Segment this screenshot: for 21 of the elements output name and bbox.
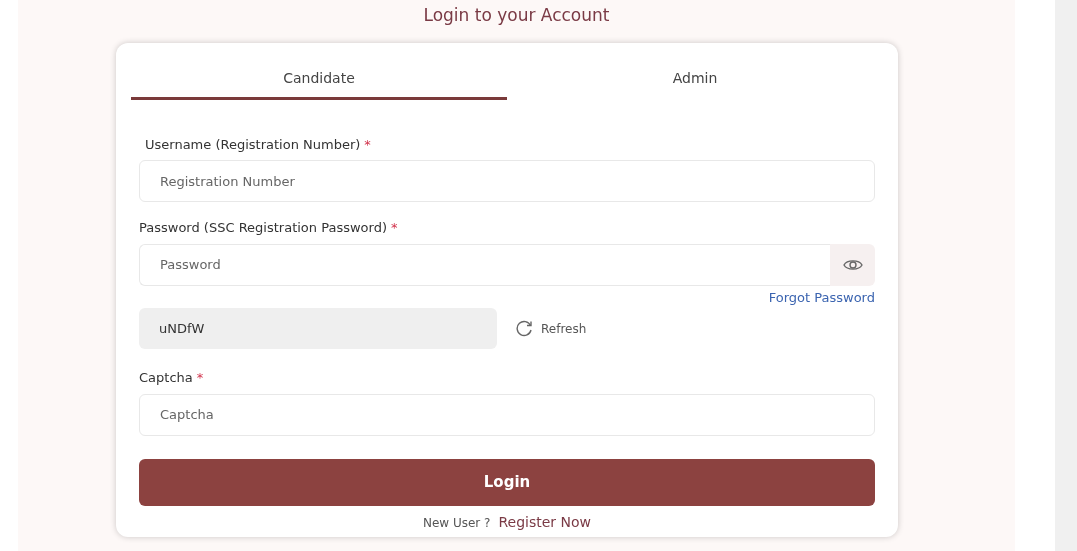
required-mark: * <box>364 136 371 152</box>
register-link[interactable]: Register Now <box>498 511 592 533</box>
tab[interactable]: Admin <box>507 60 883 100</box>
field-label: Username (Registration Number) <box>145 136 361 152</box>
login-button[interactable]: Login <box>139 458 875 506</box>
eye-icon <box>842 257 863 272</box>
field-label: Password (SSC Registration Password) <box>139 220 387 235</box>
tab[interactable]: Candidate <box>131 60 507 100</box>
input-field[interactable]: Registration Number <box>139 160 875 202</box>
refresh-icon <box>516 320 533 337</box>
required-mark: * <box>390 220 398 235</box>
footer-text: New User ? <box>422 514 491 532</box>
page-title: Login to your Account <box>423 4 610 27</box>
captcha-image: uNDfW <box>139 308 497 349</box>
show-password-button[interactable] <box>830 243 875 286</box>
captcha-field[interactable]: Captcha <box>139 393 875 436</box>
required-mark: * <box>196 370 204 385</box>
refresh-button[interactable]: Refresh <box>516 319 587 338</box>
password-field[interactable]: Password <box>139 243 830 286</box>
field-label: Captcha <box>139 370 193 385</box>
forgot-password-link[interactable]: Forgot Password <box>768 287 875 307</box>
